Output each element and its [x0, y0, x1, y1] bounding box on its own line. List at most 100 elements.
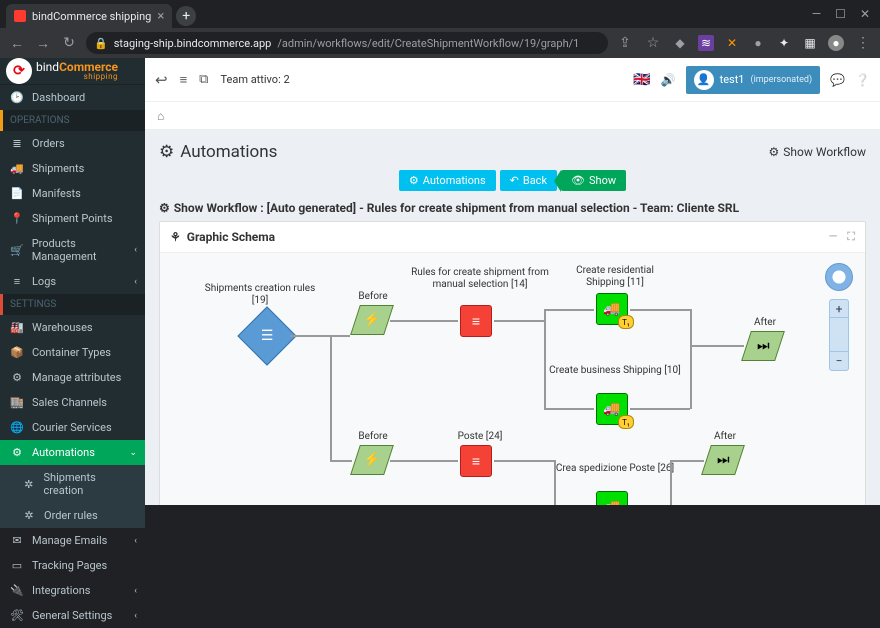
chevron-left-icon: ‹	[134, 245, 137, 255]
copy-icon[interactable]: ⧉	[199, 72, 208, 87]
brand-subtext: shipping	[36, 73, 118, 81]
notification-icon[interactable]: 🔊	[661, 73, 676, 87]
brand[interactable]: ⟳ bindCommerce shipping	[0, 58, 145, 85]
sidebar-item-orders[interactable]: ≣Orders	[0, 131, 145, 156]
cart-icon: 🛒	[10, 244, 24, 257]
window-close-icon[interactable]: ✕	[860, 7, 870, 21]
help-icon[interactable]: ❔	[855, 73, 870, 87]
edge	[330, 335, 332, 460]
sidebar-item-dashboard[interactable]: 🕑 Dashboard	[0, 85, 145, 110]
share-icon[interactable]: ⇪	[616, 35, 634, 51]
extension-icon[interactable]: ✕	[724, 35, 740, 51]
node-poste[interactable]: ≡	[460, 445, 492, 477]
sidebar-item-label: Integrations	[32, 584, 90, 597]
sidebar-item-automations[interactable]: ⚙Automations⌄	[0, 440, 145, 465]
new-tab-button[interactable]: +	[176, 6, 196, 26]
node-rules-manual[interactable]: ≡	[460, 305, 492, 337]
user-status: (impersonated)	[750, 75, 812, 85]
sidebar-item-courier-services[interactable]: 🌐Courier Services	[0, 415, 145, 440]
automations-button[interactable]: ⚙Automations	[399, 170, 496, 191]
sidebar-item-shipments[interactable]: 🚚Shipments	[0, 156, 145, 181]
user-menu[interactable]: 👤 test1 (impersonated)	[686, 66, 821, 94]
extension-icon[interactable]: ◆	[672, 35, 688, 51]
workflow-canvas[interactable]: + − Shipments creation rules [19] ☰ Befo…	[160, 253, 865, 505]
browser-menu-icon[interactable]: ⋮	[854, 35, 872, 51]
chat-icon[interactable]: 💬	[830, 73, 845, 87]
button-label: Automations	[423, 174, 486, 187]
chevron-down-icon: ⌄	[129, 448, 137, 458]
filter-icon: ≡	[472, 313, 480, 330]
sidebar-item-warehouses[interactable]: 🏭Warehouses	[0, 315, 145, 340]
node-before-2[interactable]: ⚡	[350, 445, 394, 475]
sidebar-header-operations: OPERATIONS	[0, 110, 145, 131]
tab-title: bindCommerce shipping	[32, 10, 151, 23]
nav-forward-icon[interactable]: →	[34, 35, 52, 52]
extensions-menu-icon[interactable]: ✦	[776, 35, 792, 51]
show-workflow-link[interactable]: ⚙ Show Workflow	[769, 145, 866, 159]
extension-icon[interactable]: ●	[750, 35, 766, 51]
window-maximize-icon[interactable]: ☐	[835, 7, 846, 21]
sidebar-item-label: Automations	[32, 446, 95, 459]
nav-back-icon[interactable]: ←	[8, 35, 26, 52]
sidebar-item-general-settings[interactable]: 🛠General Settings‹	[0, 603, 145, 628]
chevron-left-icon: ‹	[134, 586, 137, 596]
edge	[544, 408, 594, 410]
window-titlebar: bindCommerce shipping × + — ☐ ✕	[0, 0, 880, 28]
edge	[544, 309, 546, 409]
home-icon[interactable]: ⌂	[157, 109, 164, 123]
back-arrow-icon[interactable]: ↩	[155, 71, 168, 89]
node-before-1[interactable]: ⚡	[350, 305, 394, 335]
node-after-2[interactable]: ⏭	[701, 445, 745, 475]
sidebar-item-label: Manage Emails	[32, 534, 107, 547]
tools-icon: 🛠	[10, 609, 24, 622]
window-minimize-icon[interactable]: —	[812, 7, 821, 21]
show-workflow-label: Show Workflow	[783, 145, 866, 159]
sidebar-item-shipment-points[interactable]: 📍Shipment Points	[0, 206, 145, 231]
compass-control[interactable]	[825, 263, 853, 291]
browser-tab[interactable]: bindCommerce shipping ×	[6, 4, 172, 28]
node-spedizione-poste[interactable]: 🚚	[596, 491, 628, 505]
back-button[interactable]: ↶Back	[500, 170, 557, 191]
sidebar-item-label: Container Types	[32, 346, 111, 359]
app-menu-icon[interactable]: ▦	[802, 35, 818, 51]
node-after-1[interactable]: ⏭	[741, 331, 785, 361]
star-icon[interactable]: ☆	[644, 35, 662, 51]
sidebar-item-sales-channels[interactable]: 🏬Sales Channels	[0, 390, 145, 415]
breadcrumb-bar: ⌂	[145, 102, 880, 130]
sidebar-subitem-shipments-creation[interactable]: ✲Shipments creation	[0, 465, 145, 503]
sidebar-item-manage-emails[interactable]: ✉Manage Emails‹	[0, 528, 145, 553]
node-label: Create business Shipping [10]	[540, 365, 690, 377]
sidebar-subitem-order-rules[interactable]: ✲Order rules	[0, 503, 145, 528]
show-button[interactable]: 👁Show	[561, 170, 626, 191]
sidebar-item-label: Manage attributes	[32, 371, 121, 384]
flag-uk-icon[interactable]: 🇬🇧	[633, 72, 650, 88]
address-bar[interactable]: 🔒 staging-ship.bindcommerce.app/admin/wo…	[86, 32, 608, 54]
sidebar-item-container-types[interactable]: 📦Container Types	[0, 340, 145, 365]
profile-avatar-icon[interactable]: ●	[828, 35, 844, 51]
cog-icon: ✲	[22, 478, 36, 491]
chevron-left-icon: ‹	[134, 536, 137, 546]
tab-close-icon[interactable]: ×	[157, 9, 164, 24]
panel-expand-icon[interactable]: ⛶	[847, 230, 855, 244]
menu-icon[interactable]: ≡	[180, 72, 188, 88]
sidebar-item-products[interactable]: 🛒Products Management‹	[0, 231, 145, 269]
edge	[690, 345, 744, 347]
store-icon: 🏬	[10, 396, 24, 409]
zoom-control[interactable]: + −	[829, 299, 849, 371]
sidebar-item-logs[interactable]: ≡Logs‹	[0, 269, 145, 294]
zoom-in-button[interactable]: +	[830, 300, 848, 318]
extension-icon[interactable]: ≋	[698, 35, 714, 51]
sidebar-item-integrations[interactable]: 🔌Integrations‹	[0, 578, 145, 603]
zoom-slider[interactable]	[830, 318, 848, 352]
node-badge: T₁	[618, 415, 634, 429]
sidebar-item-manifests[interactable]: 📄Manifests	[0, 181, 145, 206]
node-rules-root[interactable]: ☰	[237, 306, 296, 365]
sidebar-item-manage-attributes[interactable]: ⚙Manage attributes	[0, 365, 145, 390]
skip-icon: ⏭	[757, 338, 770, 354]
zoom-out-button[interactable]: −	[830, 352, 848, 370]
panel-collapse-icon[interactable]: —	[829, 230, 837, 244]
nav-reload-icon[interactable]: ↻	[60, 35, 78, 51]
lock-icon: 🔒	[94, 37, 108, 50]
file-icon: 📄	[10, 187, 24, 200]
sidebar-item-tracking-pages[interactable]: ▭Tracking Pages	[0, 553, 145, 578]
